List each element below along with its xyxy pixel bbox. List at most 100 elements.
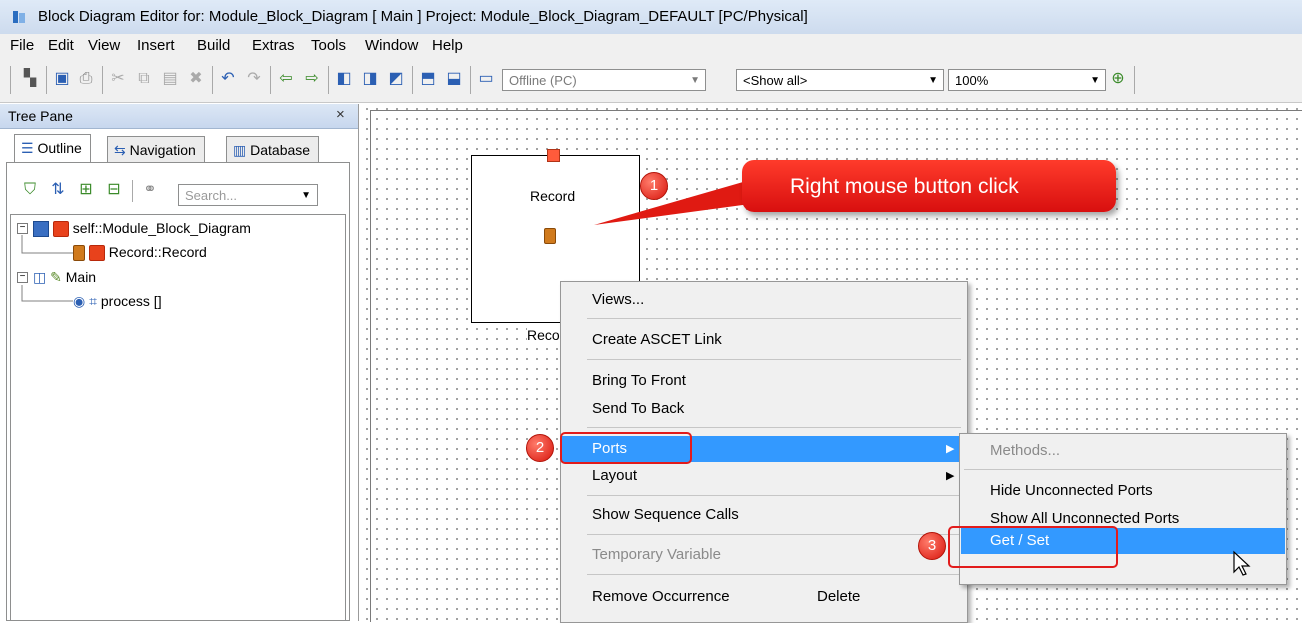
mode-combo-value: Offline (PC) (509, 73, 577, 88)
record-icon (73, 245, 85, 262)
toolbar-separator (412, 66, 413, 94)
menu-item-views[interactable]: Views... (592, 291, 644, 308)
step-badge-2: 2 (526, 434, 554, 462)
tab-navigation-label: Navigation (129, 142, 196, 158)
cut-icon[interactable]: ✂ (108, 69, 128, 89)
diagram-icon: ◫ (33, 269, 47, 285)
menu-help[interactable]: Help (432, 37, 463, 54)
step-badge-1: 1 (640, 172, 668, 200)
tree-row-label: process [] (100, 293, 162, 309)
link-icon[interactable]: ⚭ (140, 180, 160, 200)
tab-navigation[interactable]: ⇆ Navigation (107, 136, 205, 162)
close-icon[interactable]: × (336, 106, 345, 123)
toolbar-separator (46, 66, 47, 94)
menu-edit[interactable]: Edit (48, 37, 74, 54)
annotation-frame-get-set (948, 526, 1118, 568)
menu-separator (587, 574, 961, 575)
chevron-down-icon: ▼ (301, 190, 311, 201)
menu-item-send-to-back[interactable]: Send To Back (592, 400, 684, 417)
callout-text: Right mouse button click (790, 175, 1019, 198)
menu-file[interactable]: File (10, 37, 34, 54)
edit-note-icon: ✎ (50, 269, 62, 285)
menu-item-show-all-unconnected-ports[interactable]: Show All Unconnected Ports (990, 510, 1179, 527)
menu-item-bring-to-front[interactable]: Bring To Front (592, 372, 686, 389)
submenu-arrow-icon: ▶ (946, 470, 955, 482)
menu-separator (587, 534, 961, 535)
database-icon: ▥ (233, 142, 247, 158)
menu-separator (587, 495, 961, 496)
menu-item-show-sequence-calls[interactable]: Show Sequence Calls (592, 506, 739, 523)
component-edit-icon[interactable]: ◩ (386, 69, 406, 89)
process-icon: ◉ (73, 293, 86, 309)
show-combo[interactable]: <Show all> ▼ (736, 69, 944, 91)
callout-pointer (594, 180, 750, 225)
save-icon[interactable]: ▣ (52, 69, 72, 89)
collapse-toggle[interactable]: − (17, 223, 28, 234)
menu-item-create-ascet-link[interactable]: Create ASCET Link (592, 331, 722, 348)
menu-tools[interactable]: Tools (311, 37, 346, 54)
show-combo-value: <Show all> (743, 73, 808, 88)
tree-row-record[interactable]: Record::Record (73, 241, 207, 263)
toolbar-separator (1134, 66, 1135, 94)
tree-pane: Tree Pane × ☰ Outline ⇆ Navigation ▥ Dat… (0, 104, 359, 621)
redo-icon[interactable]: ↷ (244, 69, 264, 89)
toolbar-separator (10, 66, 11, 94)
tree-row-label: Main (65, 269, 97, 285)
tree-row-main[interactable]: ◫ ✎ Main (33, 266, 96, 288)
title-bar: Block Diagram Editor for: Module_Block_D… (0, 0, 1302, 34)
menu-item-temporary-variable: Temporary Variable (592, 546, 721, 563)
annotation-frame-ports (560, 432, 692, 464)
tree-row-module[interactable]: self::Module_Block_Diagram (33, 217, 251, 239)
tree-pane-title: Tree Pane (8, 108, 73, 124)
collapse-toggle[interactable]: − (17, 272, 28, 283)
block-port-handle[interactable] (547, 149, 560, 162)
target-icon[interactable]: ▭ (476, 69, 496, 89)
step-badge-3: 3 (918, 532, 946, 560)
block-instance-label: Reco (527, 327, 560, 343)
toolbar-separator (270, 66, 271, 94)
chevron-down-icon: ▼ (928, 75, 938, 86)
tab-outline[interactable]: ☰ Outline (14, 134, 91, 163)
zoom-combo[interactable]: 100% ▼ (948, 69, 1106, 91)
tab-database[interactable]: ▥ Database (226, 136, 320, 162)
navigate-back-icon[interactable]: ⇦ (276, 69, 296, 89)
menu-extras[interactable]: Extras (252, 37, 295, 54)
undo-icon[interactable]: ↶ (218, 69, 238, 89)
sort-icon[interactable]: ⇅ (48, 180, 68, 200)
toolbar-separator (102, 66, 103, 94)
import-icon[interactable]: ⬒ (418, 69, 438, 89)
zoom-combo-value: 100% (955, 73, 989, 88)
zoom-icon[interactable]: ⊕ (1108, 69, 1128, 89)
menu-separator (587, 359, 961, 360)
filter-icon[interactable]: ⛉ (20, 180, 40, 200)
navigate-forward-icon[interactable]: ⇨ (302, 69, 322, 89)
menu-build[interactable]: Build (197, 37, 230, 54)
menu-separator (587, 318, 961, 319)
menu-view[interactable]: View (88, 37, 120, 54)
menu-item-remove-occurrence[interactable]: Remove Occurrence (592, 588, 730, 605)
copy-icon[interactable]: ⧉ (134, 69, 154, 89)
delete-icon[interactable]: ✖ (186, 69, 206, 89)
navigation-icon: ⇆ (114, 142, 126, 158)
menu-insert[interactable]: Insert (137, 37, 175, 54)
print-icon[interactable]: ⎙ (76, 69, 96, 89)
menu-item-layout[interactable]: Layout (592, 467, 637, 484)
toolbar: ▚ ▣ ⎙ ✂ ⧉ ▤ ✖ ↶ ↷ ⇦ ⇨ ◧ ◨ ◩ ⬒ ⬓ ▭ Offlin… (0, 58, 1302, 103)
menu-separator (964, 469, 1282, 470)
component-view-icon[interactable]: ◨ (360, 69, 380, 89)
tree-pane-header: Tree Pane × (0, 104, 358, 129)
add-component-icon[interactable]: ◧ (334, 69, 354, 89)
tree-row-process[interactable]: ◉ ⌗ process [] (73, 290, 162, 312)
mode-combo[interactable]: Offline (PC) ▼ (502, 69, 706, 91)
menu-window[interactable]: Window (365, 37, 418, 54)
search-input[interactable]: Search... ▼ (178, 184, 318, 206)
new-diagram-icon[interactable]: ▚ (20, 69, 40, 89)
paste-icon[interactable]: ▤ (160, 69, 180, 89)
collapse-all-icon[interactable]: ⊟ (104, 180, 124, 200)
module-icon (33, 221, 49, 238)
menu-item-hide-unconnected-ports[interactable]: Hide Unconnected Ports (990, 482, 1153, 499)
export-icon[interactable]: ⬓ (444, 69, 464, 89)
toolbar-separator (132, 180, 133, 202)
expand-all-icon[interactable]: ⊞ (76, 180, 96, 200)
menu-separator (587, 427, 961, 428)
